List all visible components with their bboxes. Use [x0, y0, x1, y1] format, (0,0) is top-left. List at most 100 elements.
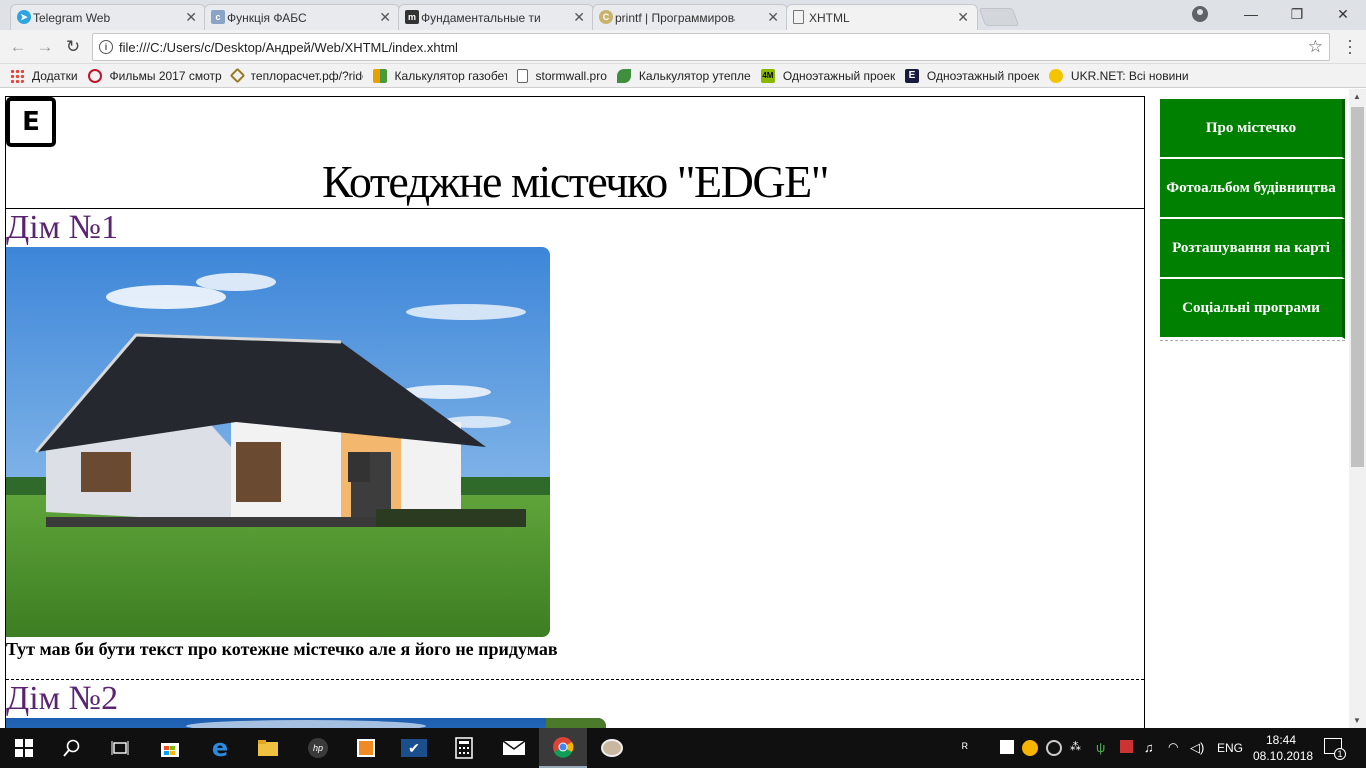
- page-scrollbar[interactable]: ▲ ▼: [1349, 89, 1366, 728]
- tab-xhtml[interactable]: XHTML ✕: [786, 4, 978, 30]
- scroll-down-arrow-icon[interactable]: ▼: [1353, 716, 1361, 725]
- chrome-button[interactable]: [539, 728, 587, 768]
- tray-app-icon[interactable]: [1000, 740, 1014, 754]
- media-player-button[interactable]: [342, 728, 390, 768]
- tab-telegram[interactable]: ➤ Telegram Web ✕: [10, 4, 206, 30]
- reload-button[interactable]: ↻: [62, 36, 84, 58]
- search-button[interactable]: [48, 728, 96, 768]
- tab-title: printf | Программирование: [615, 10, 735, 25]
- close-icon[interactable]: ✕: [379, 9, 391, 26]
- tab-title: Функція ФАБС: [227, 10, 307, 25]
- people-icon[interactable]: ᴿ: [962, 740, 978, 756]
- tray-chrome-icon[interactable]: [1022, 740, 1038, 756]
- paint-palette-icon: [601, 739, 623, 757]
- nav-about[interactable]: Про містечко: [1160, 99, 1345, 159]
- close-window-button[interactable]: ✕: [1320, 0, 1366, 28]
- restore-button[interactable]: ❐: [1274, 0, 1320, 28]
- page-title: Котеджне містечко "EDGE": [322, 156, 829, 207]
- side-navigation: Про містечко Фотоальбом будівництва Розт…: [1160, 99, 1345, 341]
- bookmark-ukrnet[interactable]: UKR.NET: Всі новини: [1048, 68, 1191, 83]
- close-icon[interactable]: ✕: [185, 9, 197, 26]
- tab-printf[interactable]: C printf | Программирование ✕: [592, 4, 788, 30]
- back-button[interactable]: ←: [7, 36, 29, 58]
- nav-divider: [1160, 339, 1345, 341]
- tray-music-icon[interactable]: ♫: [1144, 740, 1160, 756]
- tab-metanit[interactable]: m Фундаментальные типы ✕: [398, 4, 594, 30]
- site-header: E Котеджне містечко "EDGE": [6, 97, 1144, 209]
- chrome-icon: [553, 737, 574, 758]
- task-view-button[interactable]: [96, 728, 144, 768]
- menu-icon[interactable]: · · ·: [1340, 31, 1360, 61]
- bookmark-star-icon[interactable]: ☆: [1308, 37, 1323, 57]
- windows-logo-icon: [15, 739, 33, 757]
- tab-title: Telegram Web: [33, 10, 111, 25]
- profile-icon[interactable]: [1192, 6, 1208, 22]
- nav-social-programs[interactable]: Соціальні програми: [1160, 279, 1345, 339]
- bookmark-apps[interactable]: Додатки: [10, 68, 78, 83]
- start-button[interactable]: [0, 728, 48, 768]
- address-url[interactable]: file:///C:/Users/c/Desktop/Андрей/Web/XH…: [119, 40, 458, 55]
- house-photo: [6, 247, 550, 637]
- tasks-app-button[interactable]: ✔: [390, 728, 438, 768]
- house-section-2: Дім №2: [6, 680, 1144, 728]
- notification-count-badge: 1: [1334, 748, 1346, 760]
- tab-title: Фундаментальные типы: [421, 10, 541, 25]
- bookmark-uteplenie[interactable]: Калькулятор утеплення: [616, 68, 751, 83]
- house-title: Дім №1: [6, 209, 119, 246]
- heat-icon: [229, 67, 245, 84]
- explorer-button[interactable]: [244, 728, 292, 768]
- 4m-icon: 4M: [760, 68, 775, 83]
- bookmark-stormwall[interactable]: stormwall.pro: [516, 68, 607, 83]
- scroll-up-arrow-icon[interactable]: ▲: [1353, 92, 1361, 101]
- clock-time[interactable]: 18:44: [1266, 733, 1296, 747]
- main-content: E Котеджне містечко "EDGE" Дім №1 Тут ма…: [5, 96, 1145, 728]
- scrollbar-thumb[interactable]: [1351, 107, 1364, 467]
- tray-sync-icon[interactable]: [1046, 740, 1062, 756]
- browser-toolbar: ← → ↻ i file:///C:/Users/c/Desktop/Андре…: [0, 30, 1366, 64]
- bookmark-odnoetazh-1[interactable]: 4M Одноэтажный проект: [760, 68, 895, 83]
- close-icon[interactable]: ✕: [573, 9, 585, 26]
- page-viewport: E Котеджне містечко "EDGE" Дім №1 Тут ма…: [0, 89, 1349, 728]
- bookmarks-bar: Додатки Фильмы 2017 смотреть теплорасчет…: [0, 64, 1366, 88]
- nav-photo-album[interactable]: Фотоальбом будівництва: [1160, 159, 1345, 219]
- mail-icon: [502, 740, 526, 755]
- address-bar[interactable]: i file:///C:/Users/c/Desktop/Андрей/Web/…: [92, 33, 1330, 61]
- bookmark-films[interactable]: Фильмы 2017 смотреть: [87, 68, 222, 83]
- calculator-button[interactable]: [440, 728, 488, 768]
- house-description: Тут мав би бути текст про котежне містеч…: [6, 639, 558, 659]
- tab-fabs[interactable]: c Функція ФАБС ✕: [204, 4, 400, 30]
- mail-button[interactable]: [490, 728, 538, 768]
- nav-map-location[interactable]: Розташування на карті: [1160, 219, 1345, 279]
- ukrnet-icon: [1048, 68, 1063, 83]
- info-icon[interactable]: i: [99, 40, 113, 54]
- forward-button[interactable]: →: [34, 36, 56, 58]
- tray-signal-icon[interactable]: ψ: [1096, 740, 1112, 756]
- close-icon[interactable]: ✕: [957, 9, 969, 26]
- language-indicator[interactable]: ENG: [1217, 741, 1243, 755]
- apps-grid-icon: [10, 68, 24, 83]
- windows-taskbar: e hp ✔ ᴿ ⁂ ψ ♫ ◠ ◁) ENG 18:44 08.10.2018…: [0, 728, 1366, 768]
- site-logo: E: [6, 97, 56, 147]
- edge-icon: e: [211, 734, 229, 762]
- tray-alert-icon[interactable]: [1120, 740, 1133, 753]
- minimize-button[interactable]: —: [1228, 0, 1274, 28]
- search-icon: [63, 739, 80, 757]
- bookmark-teplorascet[interactable]: теплорасчет.рф/?ride: [229, 67, 363, 84]
- hp-button[interactable]: hp: [294, 728, 342, 768]
- clock-date[interactable]: 08.10.2018: [1253, 749, 1313, 763]
- bookmark-odnoetazh-2[interactable]: E Одноэтажный проект: [904, 68, 1039, 83]
- file-icon: [793, 10, 804, 24]
- edge-button[interactable]: e: [196, 728, 244, 768]
- close-icon[interactable]: ✕: [767, 9, 779, 26]
- house-section-1: Дім №1 Тут мав би бути текст про котежне…: [6, 209, 1144, 679]
- bookmark-gazobeton[interactable]: Калькулятор газобетона: [372, 68, 507, 83]
- paint-button[interactable]: [588, 728, 636, 768]
- checkmark-icon: ✔: [401, 739, 427, 757]
- store-icon: [161, 743, 179, 757]
- wifi-icon[interactable]: ◠: [1168, 740, 1184, 756]
- tab-title: XHTML: [809, 10, 850, 25]
- new-tab-button[interactable]: [978, 8, 1020, 26]
- tray-network-app-icon[interactable]: ⁂: [1070, 740, 1086, 756]
- store-button[interactable]: [146, 728, 194, 768]
- volume-icon[interactable]: ◁): [1190, 740, 1206, 756]
